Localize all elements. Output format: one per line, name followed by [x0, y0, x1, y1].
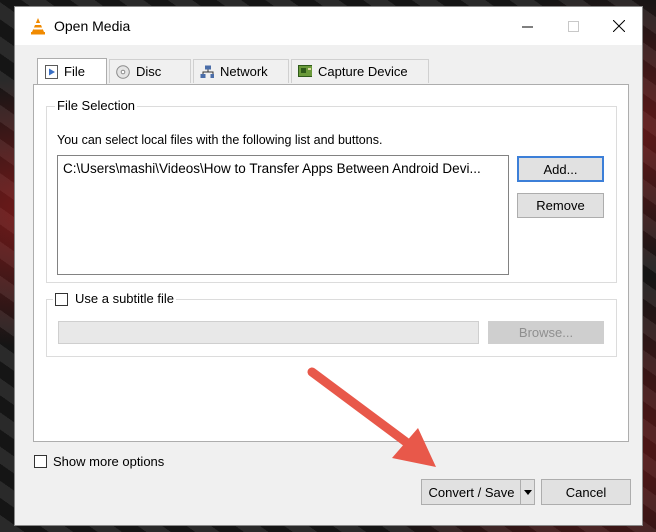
convert-save-button[interactable]: Convert / Save: [421, 479, 521, 505]
browse-button[interactable]: Browse...: [488, 321, 604, 344]
dropdown-arrow-icon: [523, 489, 532, 495]
file-selection-title: File Selection: [55, 98, 138, 114]
cancel-button[interactable]: Cancel: [541, 479, 631, 505]
disc-icon: [116, 64, 130, 79]
subtitle-group: Use a subtitle file Browse...: [46, 291, 617, 357]
add-button[interactable]: Add...: [517, 156, 604, 182]
close-icon: [613, 20, 625, 32]
subtitle-legend: Use a subtitle file: [53, 291, 176, 307]
minimize-button[interactable]: [504, 7, 550, 45]
tab-file[interactable]: File: [37, 58, 107, 84]
tab-label: Capture Device: [318, 64, 408, 79]
file-play-icon: [44, 64, 58, 79]
tab-label: Disc: [136, 64, 162, 79]
convert-save-dropdown[interactable]: [520, 479, 535, 505]
subtitle-checkbox-label: Use a subtitle file: [75, 291, 174, 306]
network-icon: [200, 65, 214, 79]
remove-button[interactable]: Remove: [517, 193, 604, 218]
show-more-options-checkbox[interactable]: [34, 455, 47, 468]
file-selection-hint: You can select local files with the foll…: [57, 133, 383, 147]
tab-label: Network: [220, 64, 268, 79]
file-list[interactable]: C:\Users\mashi\Videos\How to Transfer Ap…: [57, 155, 509, 275]
maximize-icon: [567, 20, 579, 32]
list-item[interactable]: C:\Users\mashi\Videos\How to Transfer Ap…: [63, 161, 481, 176]
file-selection-group: File Selection You can select local file…: [46, 98, 617, 283]
show-more-options-label: Show more options: [53, 454, 165, 469]
title-bar: Open Media: [15, 7, 642, 45]
subtitle-path-field[interactable]: [58, 321, 479, 344]
subtitle-checkbox[interactable]: [55, 292, 68, 306]
tab-network[interactable]: Network: [193, 59, 289, 83]
capture-card-icon: [298, 65, 312, 79]
open-media-dialog: Open Media File Disc Network Capture Dev…: [14, 6, 643, 526]
file-tab-panel: File Selection You can select local file…: [33, 84, 629, 442]
vlc-cone-icon: [31, 18, 45, 35]
tab-capture-device[interactable]: Capture Device: [291, 59, 429, 83]
maximize-button[interactable]: [550, 7, 596, 45]
window-title: Open Media: [54, 18, 131, 34]
tab-disc[interactable]: Disc: [109, 59, 191, 83]
close-button[interactable]: [596, 7, 642, 45]
tab-label: File: [64, 64, 85, 79]
minimize-icon: [521, 26, 533, 27]
